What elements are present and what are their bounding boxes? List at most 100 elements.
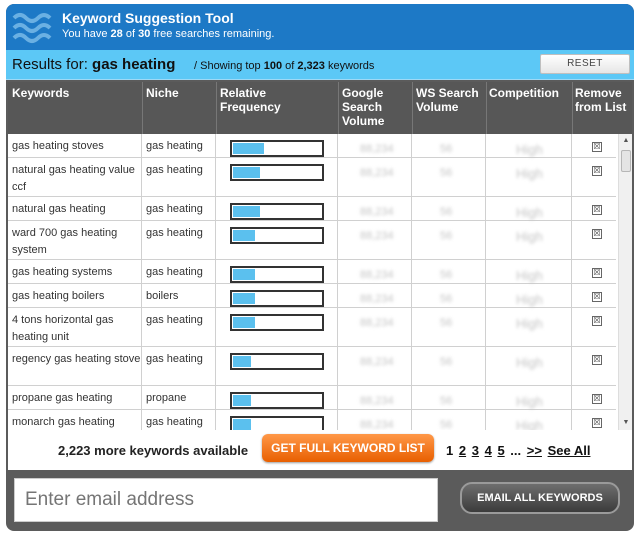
col-keywords[interactable]: Keywords — [12, 86, 69, 100]
relative-frequency-bar — [230, 314, 324, 331]
relative-frequency-cell — [216, 221, 338, 259]
col-google-search-volume[interactable]: Google Search Volume — [342, 86, 406, 128]
competition-value: High — [516, 268, 543, 283]
relative-frequency-fill — [233, 395, 251, 406]
remove-checkbox-icon[interactable]: ☒ — [592, 142, 602, 152]
relative-frequency-cell — [216, 386, 338, 409]
table-row: regency gas heating stove gas heating 88,2… — [8, 347, 616, 386]
google-search-volume-cell: 88,234 — [338, 260, 412, 283]
niche-cell: gas heating — [142, 260, 216, 283]
competition-cell: High — [486, 347, 572, 385]
competition-cell: High — [486, 260, 572, 283]
competition-value: High — [516, 229, 543, 244]
table-row: gas heating stoves gas heating 88,234 56 Hig… — [8, 134, 616, 158]
google-volume-value: 88,234 — [360, 419, 394, 430]
table-row: natural gas heating value ccf gas heating… — [8, 158, 616, 197]
page-link-1[interactable]: 1 — [446, 443, 453, 458]
keyword-cell[interactable]: gas heating systems — [8, 260, 142, 283]
remove-cell: ☒ — [572, 386, 616, 409]
keyword-cell[interactable]: propane gas heating — [8, 386, 142, 409]
relative-frequency-fill — [233, 167, 260, 178]
keyword-tool-widget: Keyword Suggestion Tool You have 28 of 3… — [6, 4, 634, 531]
page-link-5[interactable]: 5 — [497, 443, 504, 458]
relative-frequency-bar — [230, 353, 324, 370]
remove-checkbox-icon[interactable]: ☒ — [592, 355, 602, 365]
relative-frequency-bar — [230, 416, 324, 430]
email-field[interactable] — [14, 478, 438, 522]
niche-cell: propane — [142, 386, 216, 409]
competition-cell: High — [486, 158, 572, 196]
table-row: monarch gas heating gas heating 88,234 56 Hi… — [8, 410, 616, 430]
competition-value: High — [516, 142, 543, 157]
relative-frequency-cell — [216, 260, 338, 283]
scroll-down-arrow-icon[interactable]: ▼ — [621, 418, 631, 428]
competition-value: High — [516, 292, 543, 307]
remove-checkbox-icon[interactable]: ☒ — [592, 205, 602, 215]
remove-checkbox-icon[interactable]: ☒ — [592, 394, 602, 404]
niche-cell: gas heating — [142, 347, 216, 385]
ws-search-volume-cell: 56 — [412, 158, 486, 196]
reset-button[interactable]: RESET — [540, 54, 630, 74]
competition-value: High — [516, 316, 543, 331]
scrollbar-thumb[interactable] — [621, 150, 631, 172]
keyword-cell[interactable]: gas heating stoves — [8, 134, 142, 157]
get-full-keyword-list-button[interactable]: GET FULL KEYWORD LIST — [262, 434, 434, 462]
ws-volume-value: 56 — [440, 269, 453, 281]
niche-cell: gas heating — [142, 134, 216, 157]
page-link-3[interactable]: 3 — [472, 443, 479, 458]
relative-frequency-fill — [233, 293, 255, 304]
ws-volume-value: 56 — [440, 419, 453, 430]
email-all-keywords-button[interactable]: EMAIL ALL KEYWORDS — [460, 482, 620, 514]
google-volume-value: 88,234 — [360, 317, 394, 329]
keyword-cell[interactable]: natural gas heating value ccf — [8, 158, 142, 196]
remove-checkbox-icon[interactable]: ☒ — [592, 292, 602, 302]
competition-cell: High — [486, 197, 572, 220]
table-row: propane gas heating propane 88,234 56 High ☒ — [8, 386, 616, 410]
table-row: gas heating systems gas heating 88,234 56 Hi… — [8, 260, 616, 284]
pagination-ellipsis: ... — [510, 443, 522, 458]
next-page-link[interactable]: >> — [527, 443, 542, 458]
remove-cell: ☒ — [572, 260, 616, 283]
col-competition[interactable]: Competition — [489, 86, 559, 100]
ws-search-volume-cell: 56 — [412, 386, 486, 409]
relative-frequency-fill — [233, 317, 255, 328]
col-relative-frequency[interactable]: Relative Frequency — [220, 86, 310, 114]
competition-cell: High — [486, 221, 572, 259]
remove-checkbox-icon[interactable]: ☒ — [592, 268, 602, 278]
keyword-cell[interactable]: regency gas heating stove — [8, 347, 142, 385]
competition-cell: High — [486, 386, 572, 409]
remove-cell: ☒ — [572, 221, 616, 259]
google-search-volume-cell: 88,234 — [338, 197, 412, 220]
keyword-cell[interactable]: monarch gas heating — [8, 410, 142, 430]
remove-checkbox-icon[interactable]: ☒ — [592, 316, 602, 326]
ws-search-volume-cell: 56 — [412, 410, 486, 430]
col-niche[interactable]: Niche — [146, 86, 179, 100]
keyword-cell[interactable]: ward 700 gas heating system — [8, 221, 142, 259]
competition-cell: High — [486, 284, 572, 307]
wave-logo-icon — [12, 13, 52, 43]
google-volume-value: 88,234 — [360, 167, 394, 179]
table-scrollbar[interactable]: ▲ ▼ — [618, 134, 632, 430]
scroll-up-arrow-icon[interactable]: ▲ — [621, 136, 631, 146]
table-header: Keywords Niche Relative Frequency Google… — [8, 82, 632, 134]
relative-frequency-fill — [233, 269, 255, 280]
remove-cell: ☒ — [572, 347, 616, 385]
page-link-2[interactable]: 2 — [459, 443, 466, 458]
ws-search-volume-cell: 56 — [412, 221, 486, 259]
remove-checkbox-icon[interactable]: ☒ — [592, 418, 602, 428]
col-ws-search-volume[interactable]: WS Search Volume — [416, 86, 486, 114]
tool-header: Keyword Suggestion Tool You have 28 of 3… — [6, 4, 634, 50]
remove-checkbox-icon[interactable]: ☒ — [592, 166, 602, 176]
page-link-4[interactable]: 4 — [485, 443, 492, 458]
remove-checkbox-icon[interactable]: ☒ — [592, 229, 602, 239]
google-volume-value: 88,234 — [360, 143, 394, 155]
see-all-link[interactable]: See All — [548, 443, 591, 458]
google-volume-value: 88,234 — [360, 230, 394, 242]
table-row: ward 700 gas heating system gas heating 88… — [8, 221, 616, 260]
remove-cell: ☒ — [572, 284, 616, 307]
ws-search-volume-cell: 56 — [412, 134, 486, 157]
remove-cell: ☒ — [572, 197, 616, 220]
keyword-cell[interactable]: gas heating boilers — [8, 284, 142, 307]
keyword-cell[interactable]: natural gas heating — [8, 197, 142, 220]
keyword-cell[interactable]: 4 tons horizontal gas heating unit — [8, 308, 142, 346]
